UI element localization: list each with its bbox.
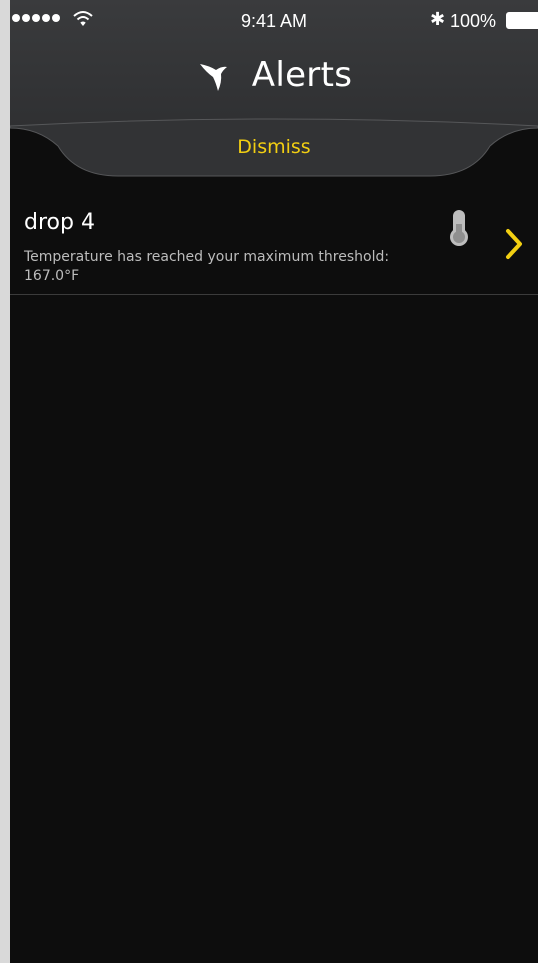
alert-list-item[interactable]: drop 4 Temperature has reached your maxi… — [10, 196, 538, 295]
status-bar: 9:41 AM ✱ 100% — [10, 0, 538, 40]
battery-percentage: 100% — [450, 11, 497, 31]
thermometer-icon — [450, 210, 468, 246]
battery-icon — [506, 12, 538, 29]
swift-bird-icon — [199, 64, 227, 91]
header-title-row: Alerts — [10, 52, 538, 98]
chevron-right-icon[interactable] — [504, 228, 524, 260]
dismiss-button[interactable]: Dismiss — [194, 132, 354, 162]
alert-device-name: drop 4 — [24, 210, 95, 235]
bluetooth-icon: ✱ — [430, 9, 446, 30]
app-screen: 9:41 AM ✱ 100% Alerts Dismiss drop 4 Tem… — [10, 0, 538, 963]
page-title: Alerts — [251, 55, 353, 95]
alert-message: Temperature has reached your maximum thr… — [24, 249, 390, 284]
